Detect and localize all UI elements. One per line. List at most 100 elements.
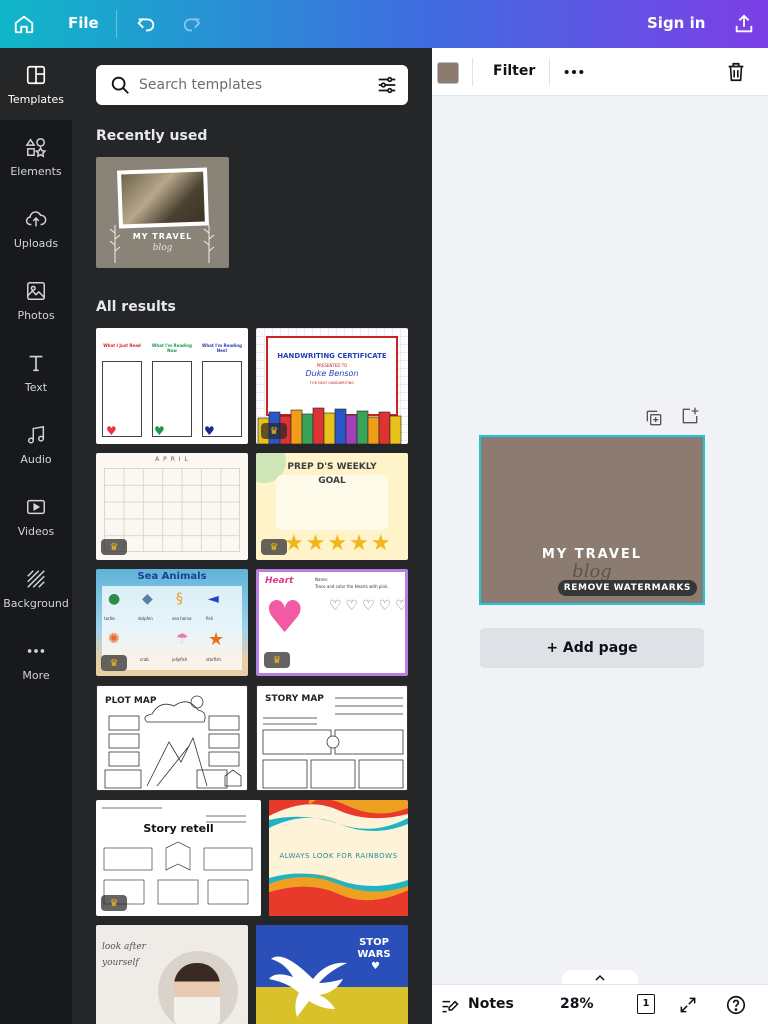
- rail-item-elements[interactable]: Elements: [0, 120, 72, 192]
- photo-image: [121, 171, 205, 225]
- template-weekly-goal[interactable]: PREP D'S WEEKLY GOAL ★★★★★ ♛: [256, 453, 408, 560]
- rail-label: Text: [24, 380, 48, 394]
- dolphin-icon: ◆: [142, 591, 153, 607]
- rail-item-templates[interactable]: Templates: [0, 48, 72, 120]
- rail-item-audio[interactable]: Audio: [0, 408, 72, 480]
- seahorse-icon: §: [176, 591, 183, 607]
- filter-sliders-icon[interactable]: [376, 74, 398, 100]
- trash-icon[interactable]: [725, 61, 747, 87]
- rail-label: Photos: [17, 308, 55, 322]
- recently-used-heading: Recently used: [96, 128, 208, 144]
- template-story-map[interactable]: STORY MAP: [256, 685, 408, 791]
- divider: [116, 10, 117, 38]
- goal-title: PREP D'S WEEKLY GOAL: [287, 462, 377, 486]
- rail-item-videos[interactable]: Videos: [0, 480, 72, 552]
- premium-badge: ♛: [264, 652, 290, 668]
- template-always-look-for-rainbows[interactable]: ALWAYS LOOK FOR RAINBOWS: [269, 800, 408, 916]
- duplicate-page-icon[interactable]: [644, 408, 664, 432]
- rail-label: Uploads: [13, 236, 59, 250]
- notes-button[interactable]: Notes: [468, 996, 514, 1012]
- premium-badge: ♛: [261, 539, 287, 555]
- heart-icon: ♥: [106, 424, 117, 438]
- animal-label: sea horse: [172, 616, 192, 621]
- side-rail: Templates Elements Uploads Photos Text A…: [0, 48, 72, 1024]
- rail-label: Audio: [20, 452, 52, 466]
- rail-label: Background: [3, 596, 69, 610]
- instruction-text: Trace and color the Hearts with pink.: [315, 584, 389, 589]
- column-label: What I'm Reading Now: [152, 343, 192, 353]
- crown-icon: ♛: [272, 654, 282, 666]
- sign-in-button[interactable]: Sign in: [647, 14, 705, 32]
- premium-badge: ♛: [101, 539, 127, 555]
- undo-icon[interactable]: [134, 12, 158, 36]
- divider: [472, 58, 473, 86]
- help-icon[interactable]: [725, 994, 747, 1020]
- remove-watermarks-button[interactable]: REMOVE WATERMARKS: [557, 580, 697, 596]
- context-toolbar: Filter: [432, 48, 768, 96]
- certificate-for: FOR NEAT HANDWRITING: [309, 381, 355, 385]
- template-sea-animals[interactable]: Sea Animals ● ◆ § ◄ ✺ ☂ ★ turtle dolphin…: [96, 569, 248, 676]
- template-heart-coloring[interactable]: Heart Name: Trace and color the Hearts w…: [256, 569, 408, 676]
- rail-item-photos[interactable]: Photos: [0, 264, 72, 336]
- zoom-level[interactable]: 28%: [560, 996, 594, 1012]
- rail-item-background[interactable]: Background: [0, 552, 72, 624]
- rail-item-more[interactable]: More: [0, 624, 72, 696]
- template-handwriting-certificate[interactable]: HANDWRITING CERTIFICATE PRESENTED TO Duk…: [256, 328, 408, 444]
- page-title-text[interactable]: MY TRAVEL: [481, 547, 703, 562]
- page-count-button[interactable]: 1: [637, 994, 655, 1014]
- crown-icon: ♛: [269, 541, 279, 553]
- heart-title: Heart: [265, 576, 294, 586]
- rail-label: Videos: [17, 524, 55, 538]
- template-reading-chart[interactable]: What I Just Read What I'm Reading Now Wh…: [96, 328, 248, 444]
- rail-item-uploads[interactable]: Uploads: [0, 192, 72, 264]
- fish-icon: ◄: [208, 591, 219, 607]
- template-plot-map[interactable]: PLOT MAP: [96, 685, 248, 791]
- animal-label: fish: [206, 616, 214, 621]
- rail-label: More: [22, 668, 50, 682]
- crown-icon: ♛: [109, 541, 119, 553]
- animal-label: dolphin: [138, 616, 153, 621]
- share-icon[interactable]: [732, 12, 756, 36]
- rail-item-text[interactable]: Text: [0, 336, 72, 408]
- template-story-retell[interactable]: Story retell ♛: [96, 800, 261, 916]
- turtle-icon: ●: [108, 591, 121, 607]
- file-menu[interactable]: File: [68, 14, 99, 32]
- background-icon: [24, 567, 48, 591]
- redo-icon[interactable]: [180, 12, 204, 36]
- background-color-swatch[interactable]: [437, 62, 459, 84]
- template-stop-wars[interactable]: STOP WARS ♥: [256, 925, 408, 1024]
- text-icon: [24, 351, 48, 375]
- certificate-presented: PRESENTED TO: [316, 363, 348, 368]
- template-look-after-yourself[interactable]: look after yourself: [96, 925, 248, 1024]
- templates-panel: Recently used MY TRAVEL blog All results…: [72, 48, 432, 1024]
- premium-badge: ♛: [261, 423, 287, 439]
- photo-frame: [117, 167, 209, 229]
- fullscreen-icon[interactable]: [678, 995, 698, 1019]
- dove-illustration: [269, 956, 347, 1017]
- music-icon: [24, 423, 48, 447]
- animal-label: starfish: [206, 657, 221, 662]
- starfish-icon: ★: [208, 629, 225, 650]
- search-box[interactable]: [96, 65, 408, 105]
- animal-label: jellyfish: [172, 657, 188, 662]
- design-page[interactable]: MY TRAVEL blog REMOVE WATERMARKS: [479, 435, 705, 605]
- search-input[interactable]: [139, 74, 359, 96]
- add-page-icon[interactable]: [680, 406, 700, 430]
- page-subtitle-text[interactable]: blog: [481, 561, 703, 582]
- premium-badge: ♛: [101, 655, 127, 671]
- plot-map-illustration: [104, 695, 242, 789]
- notes-icon[interactable]: [440, 995, 460, 1019]
- filter-button[interactable]: Filter: [493, 63, 535, 79]
- upload-icon: [24, 207, 48, 231]
- more-options-icon[interactable]: [563, 62, 585, 86]
- home-icon[interactable]: [12, 12, 36, 36]
- divider: [549, 58, 550, 86]
- stop-wars-title: STOP WARS: [357, 937, 391, 960]
- crown-icon: ♛: [269, 425, 279, 437]
- template-april-calendar[interactable]: A P R I L ♛: [96, 453, 248, 560]
- recent-template-travel-blog[interactable]: MY TRAVEL blog: [96, 157, 229, 268]
- jellyfish-icon: ☂: [176, 631, 189, 647]
- plant-illustration: [203, 225, 215, 263]
- more-icon: [24, 639, 48, 663]
- add-page-button[interactable]: + Add page: [480, 628, 704, 668]
